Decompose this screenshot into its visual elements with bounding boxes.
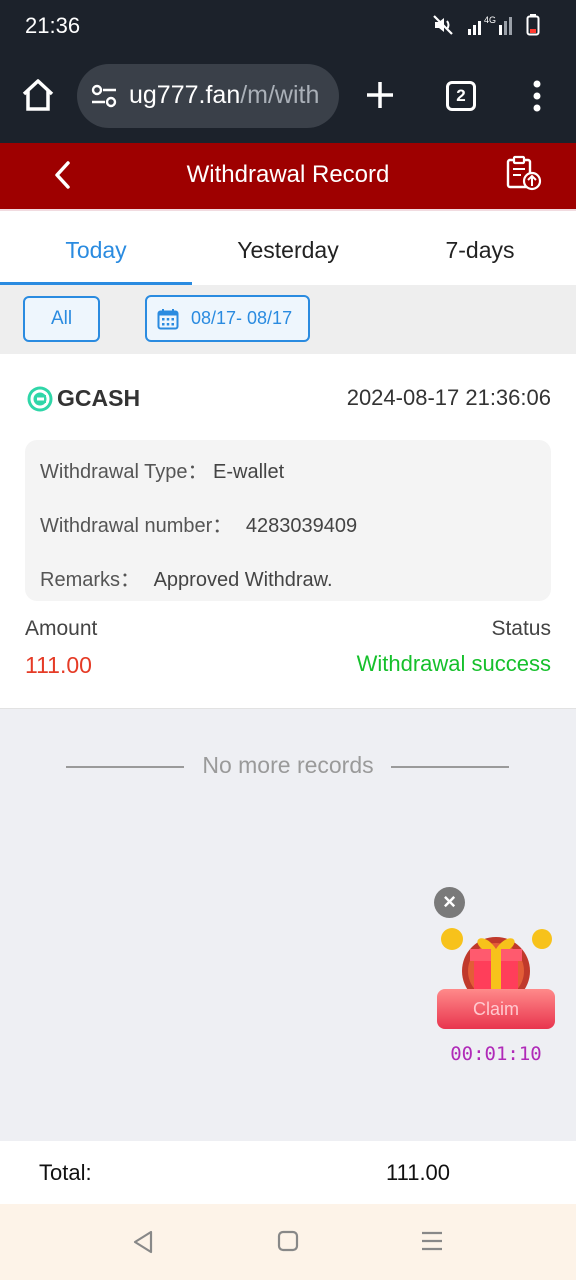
withdrawal-number-value: 4283039409: [245, 515, 358, 537]
page-title: Withdrawal Record: [186, 161, 390, 188]
address-bar[interactable]: ug777.fan/m/with: [77, 64, 339, 128]
battery-icon: [526, 14, 540, 36]
home-icon[interactable]: [20, 78, 56, 112]
withdrawal-number-label: Withdrawal number：: [40, 515, 233, 537]
app-header: Withdrawal Record: [0, 143, 576, 209]
remarks-value: Approved Withdraw.: [153, 569, 333, 591]
nav-back-icon[interactable]: [131, 1229, 155, 1255]
system-nav-bar: [0, 1204, 576, 1280]
status-time: 21:36: [25, 13, 81, 38]
withdrawal-number-row: Withdrawal number： 4283039409: [40, 509, 357, 538]
more-menu-icon[interactable]: [529, 80, 545, 112]
status-icons: 4G: [432, 14, 540, 36]
status-label: Status: [491, 617, 551, 640]
withdrawal-type-value: E-wallet: [213, 461, 285, 483]
withdrawal-type-row: Withdrawal Type： E-wallet: [40, 455, 284, 484]
gcash-logo-icon: [27, 386, 53, 412]
browser-toolbar: ug777.fan/m/with 2: [0, 52, 576, 143]
tab-7-days[interactable]: 7-days: [384, 211, 576, 285]
filter-row: All 08/17- 08/17: [0, 285, 576, 354]
divider-right: [391, 766, 509, 768]
all-filter-button[interactable]: All: [23, 296, 100, 342]
tab-yesterday[interactable]: Yesterday: [192, 211, 384, 285]
total-label: Total:: [39, 1160, 92, 1185]
record-details: Withdrawal Type： E-wallet Withdrawal num…: [25, 440, 551, 601]
close-gift-button[interactable]: ×: [434, 887, 465, 918]
claim-button[interactable]: Claim: [437, 989, 555, 1029]
date-tabs: Today Yesterday 7-days: [0, 209, 576, 285]
record-datetime: 2024-08-17 21:36:06: [346, 385, 551, 410]
date-range-button[interactable]: 08/17- 08/17: [145, 295, 310, 342]
signal-icon: 4G: [467, 15, 512, 35]
date-range-text: 08/17- 08/17: [191, 308, 293, 328]
nav-menu-icon[interactable]: [421, 1229, 443, 1253]
gift-timer: 00:01:10: [450, 1043, 542, 1065]
total-value: 111.00: [386, 1160, 451, 1185]
url-path: /m/with: [240, 81, 320, 109]
status-value: Withdrawal success: [356, 651, 551, 676]
tab-today[interactable]: Today: [0, 211, 192, 285]
withdrawal-type-label: Withdrawal Type：: [40, 461, 208, 483]
remarks-label: Remarks：: [40, 569, 141, 591]
payment-method: GCASH: [57, 385, 141, 411]
end-of-list: No more records: [0, 752, 576, 782]
tab-switcher-button[interactable]: 2: [446, 81, 476, 111]
url-text: ug777.fan/m/with: [129, 81, 319, 110]
gift-widget: × Claim 00:01:10: [430, 885, 565, 1075]
amount-value: 111.00: [25, 652, 92, 678]
status-bar: 21:36 4G: [0, 0, 576, 52]
new-tab-icon[interactable]: [365, 80, 395, 110]
record-upload-icon[interactable]: [505, 155, 543, 191]
total-bar: Total: 111.00: [0, 1141, 576, 1204]
nav-home-icon[interactable]: [277, 1229, 299, 1253]
url-host: ug777.fan: [129, 81, 241, 109]
withdrawal-record-card: GCASH 2024-08-17 21:36:06 Withdrawal Typ…: [0, 354, 576, 709]
mute-icon: [433, 15, 453, 35]
amount-label: Amount: [25, 617, 98, 640]
remarks-row: Remarks： Approved Withdraw.: [40, 563, 333, 592]
calendar-icon: [157, 309, 179, 330]
site-settings-icon[interactable]: [91, 84, 117, 108]
